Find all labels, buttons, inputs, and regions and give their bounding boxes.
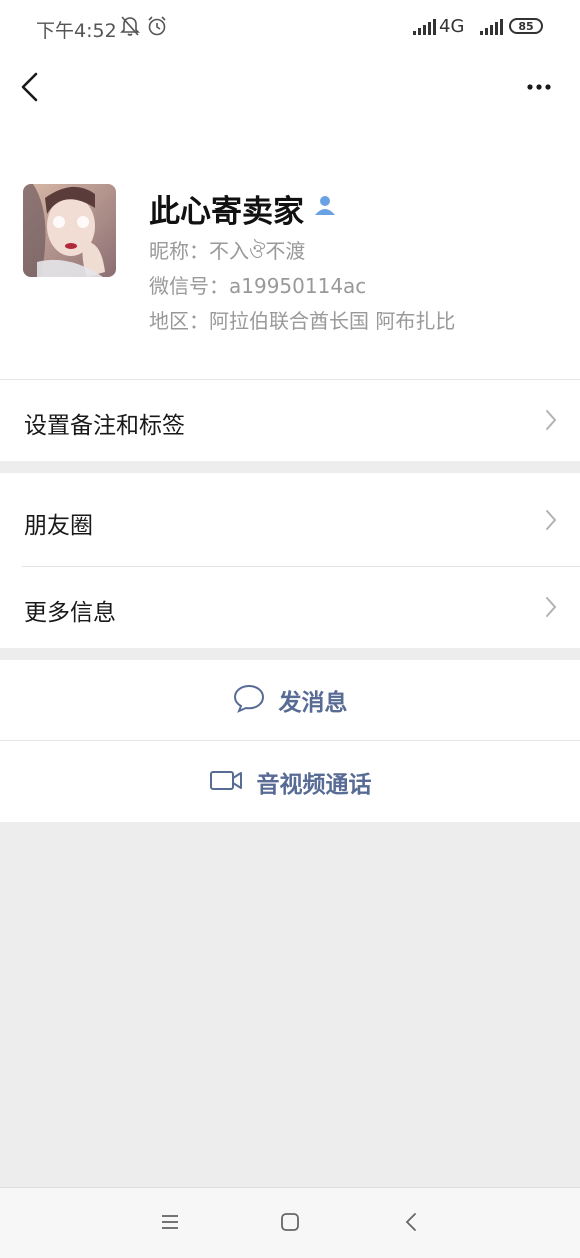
video-call-button[interactable]: 音视频通话: [0, 741, 580, 822]
more-button[interactable]: [520, 76, 558, 98]
battery-level: 85: [518, 19, 534, 33]
chat-bubble-icon: [233, 683, 265, 717]
set-remark-tags-label: 设置备注和标签: [24, 413, 185, 439]
mute-bell-icon: [120, 15, 140, 41]
back-button[interactable]: [16, 70, 46, 104]
send-message-button[interactable]: 发消息: [0, 660, 580, 740]
avatar[interactable]: [23, 184, 116, 277]
wechat-id-text: 微信号：a19950114ac: [149, 274, 367, 298]
menu-icon[interactable]: [160, 1212, 180, 1236]
moments-label: 朋友圈: [24, 513, 93, 539]
home-icon[interactable]: [280, 1212, 300, 1236]
info-section: 朋友圈 更多信息: [0, 473, 580, 648]
video-call-label: 音视频通话: [256, 771, 372, 798]
chevron-left-icon: [21, 72, 38, 102]
system-nav-bar: [0, 1187, 580, 1258]
video-camera-icon: [209, 768, 243, 796]
chevron-right-icon: [543, 508, 559, 536]
chevron-right-icon: [543, 408, 559, 436]
region-text: 地区：阿拉伯联合酋长国 阿布扎比: [149, 309, 456, 333]
signal-icon: [413, 19, 436, 35]
profile-name: 此心寄卖家: [149, 194, 304, 230]
status-time: 下午4:52: [36, 20, 117, 42]
more-info-row[interactable]: 更多信息: [0, 567, 580, 648]
chevron-right-icon: [543, 595, 559, 623]
network-type: 4G: [439, 16, 465, 37]
contact-person-icon: [313, 193, 337, 221]
set-remark-tags-row[interactable]: 设置备注和标签: [0, 380, 580, 461]
status-bar: 下午4:52 4G 85: [0, 0, 580, 56]
remark-section: 设置备注和标签: [0, 379, 580, 461]
more-dots-icon: [527, 84, 551, 90]
actions-section: 发消息 音视频通话: [0, 660, 580, 822]
system-back-icon[interactable]: [402, 1212, 422, 1236]
signal-icon-secondary: [480, 19, 503, 35]
moments-row[interactable]: 朋友圈: [0, 473, 580, 566]
nickname-text: 昵称：不入ঔ不渡: [149, 239, 306, 263]
more-info-label: 更多信息: [24, 600, 116, 626]
send-message-label: 发消息: [278, 690, 348, 716]
battery-icon: 85: [509, 18, 543, 34]
alarm-clock-icon: [146, 15, 168, 41]
